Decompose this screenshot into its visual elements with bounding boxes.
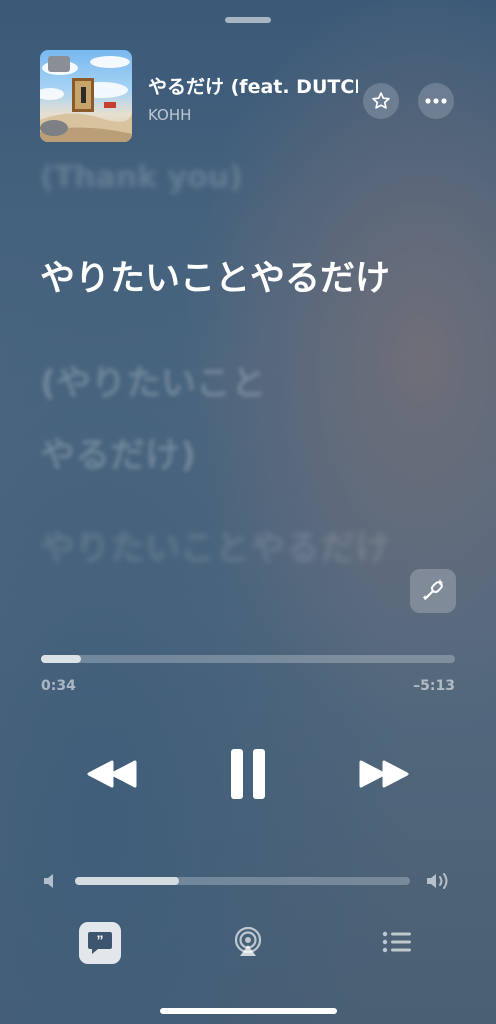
album-artwork[interactable] <box>40 50 132 142</box>
artist-name[interactable]: KOHH <box>148 106 191 124</box>
airplay-icon <box>234 926 262 956</box>
lyric-line-previous[interactable]: (Thank you) <box>40 160 243 195</box>
lyrics-button[interactable]: ” <box>79 922 121 964</box>
sheet-grabber[interactable] <box>225 17 271 23</box>
ellipsis-icon <box>425 98 447 104</box>
speaker-wave-icon <box>427 873 448 889</box>
star-icon <box>372 92 390 109</box>
elapsed-time: 0:34 <box>41 678 76 694</box>
volume-level-fill <box>75 877 179 885</box>
quote-bubble-icon: ” <box>88 932 112 954</box>
list-icon <box>382 931 411 953</box>
volume-min-indicator <box>42 872 58 894</box>
remaining-time: –5:13 <box>413 678 455 694</box>
lyric-line-next-part2: やるだけ) <box>40 436 196 476</box>
lyric-line-next-part1: (やりたいこと <box>40 364 266 404</box>
svg-text:”: ” <box>97 932 104 948</box>
microphone-sparkle-icon <box>422 579 444 600</box>
lyric-line-following[interactable]: やりたいことやるだけ <box>40 520 390 571</box>
next-track-button[interactable] <box>356 746 412 802</box>
backward-icon <box>87 760 137 788</box>
lyric-line-current[interactable]: やりたいことやるだけ <box>40 250 390 301</box>
volume-slider[interactable] <box>75 877 410 885</box>
sing-button[interactable] <box>410 569 456 613</box>
volume-max-indicator <box>425 871 453 895</box>
playback-progress-fill <box>41 655 82 663</box>
speaker-icon <box>44 874 53 888</box>
pause-button[interactable] <box>222 746 274 802</box>
airplay-button[interactable] <box>230 924 266 960</box>
album-artwork-image <box>40 56 132 142</box>
playback-scrubber[interactable] <box>41 655 455 663</box>
song-title[interactable]: やるだけ (feat. DUTCHMONTANA) <box>148 72 358 99</box>
lyric-line-next[interactable]: (やりたいこと やるだけ) <box>40 348 460 492</box>
more-options-button[interactable] <box>418 83 454 119</box>
forward-icon <box>359 760 409 788</box>
home-indicator[interactable] <box>160 1008 337 1014</box>
pause-icon <box>231 749 265 799</box>
previous-track-button[interactable] <box>84 746 140 802</box>
favorite-button[interactable] <box>363 83 399 119</box>
queue-button[interactable] <box>380 926 414 958</box>
